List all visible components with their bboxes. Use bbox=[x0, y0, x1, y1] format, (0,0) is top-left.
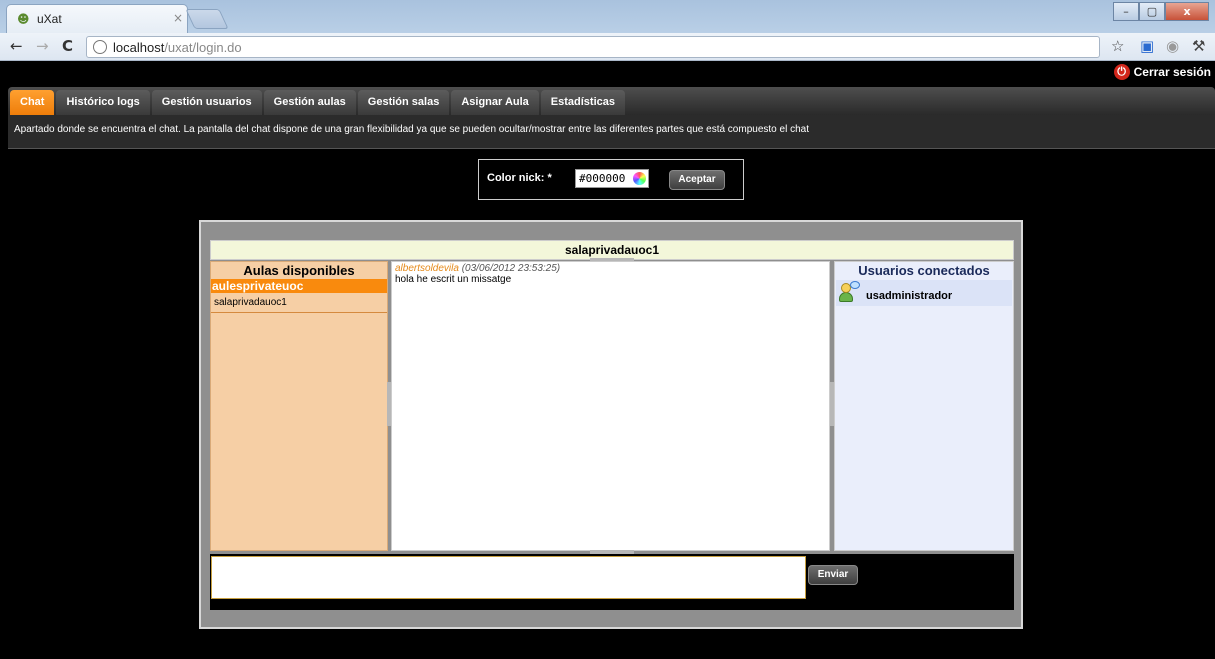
message-date: (03/06/2012 23:53:25) bbox=[461, 263, 561, 274]
main-menu: Chat Histórico logs Gestión usuarios Ges… bbox=[8, 87, 1215, 115]
color-nick-input[interactable]: #000000 bbox=[575, 169, 649, 188]
room-group[interactable]: aulesprivateuoc bbox=[211, 279, 387, 293]
tab-estadisticas[interactable]: Estadísticas bbox=[540, 90, 625, 115]
power-icon: ⏻ bbox=[1113, 64, 1130, 80]
maximize-button[interactable]: ▢ bbox=[1139, 2, 1165, 21]
address-bar[interactable]: localhost/uxat/login.do bbox=[86, 36, 1100, 58]
browser-titlebar: ☻ uXat × – ▢ x bbox=[0, 0, 1215, 33]
messages-panel: albertsoldevila (03/06/2012 23:53:25) ho… bbox=[391, 261, 830, 551]
chat-container: salaprivadauoc1 Aulas disponibles aulesp… bbox=[199, 220, 1023, 629]
tab-gestion-salas[interactable]: Gestión salas bbox=[357, 90, 450, 115]
message-author: albertsoldevila bbox=[395, 263, 459, 274]
tab-gestion-aulas[interactable]: Gestión aulas bbox=[263, 90, 356, 115]
close-window-button[interactable]: x bbox=[1165, 2, 1209, 21]
forward-arrow-icon[interactable]: → bbox=[36, 37, 49, 55]
room-item[interactable]: salaprivadauoc1 bbox=[211, 293, 387, 313]
room-title: salaprivadauoc1 bbox=[210, 240, 1014, 260]
user-name: usadministrador bbox=[866, 290, 953, 302]
send-button[interactable]: Enviar bbox=[808, 565, 858, 585]
users-panel-title: Usuarios conectados bbox=[858, 263, 990, 278]
color-nick-form: Color nick: * #000000 Aceptar bbox=[478, 159, 744, 200]
extension-icon[interactable]: ▣ bbox=[1140, 37, 1154, 55]
bookmark-star-icon[interactable]: ☆ bbox=[1111, 37, 1124, 55]
logout-label: Cerrar sesión bbox=[1133, 65, 1211, 79]
tab-close-icon[interactable]: × bbox=[173, 11, 183, 25]
message-input[interactable] bbox=[211, 556, 806, 599]
tab-asignar-aula[interactable]: Asignar Aula bbox=[451, 90, 539, 115]
accept-button[interactable]: Aceptar bbox=[669, 170, 725, 190]
reload-icon[interactable]: C bbox=[62, 37, 73, 55]
window-controls: – ▢ x bbox=[1113, 2, 1209, 21]
tab-title: uXat bbox=[37, 12, 62, 26]
back-arrow-icon[interactable]: ← bbox=[10, 37, 23, 55]
section-description: Apartado donde se encuentra el chat. La … bbox=[8, 115, 1215, 149]
color-nick-value: #000000 bbox=[579, 172, 626, 185]
rooms-panel: Aulas disponibles aulesprivateuoc salapr… bbox=[210, 261, 388, 551]
users-favicon-icon: ☻ bbox=[17, 12, 30, 26]
browser-toolbar: ← → C localhost/uxat/login.do ☆ ▣ ◉ ⚒ bbox=[0, 33, 1215, 61]
logout-link[interactable]: ⏻ Cerrar sesión bbox=[1113, 64, 1211, 80]
message-input-bar: Enviar bbox=[210, 554, 1014, 610]
color-picker-icon[interactable] bbox=[633, 172, 646, 185]
tab-chat[interactable]: Chat bbox=[10, 90, 55, 115]
app-page: ⏻ Cerrar sesión Chat Histórico logs Gest… bbox=[0, 62, 1215, 659]
wrench-icon[interactable]: ⚒ bbox=[1192, 37, 1205, 55]
tab-historico-logs[interactable]: Histórico logs bbox=[56, 90, 150, 115]
user-chat-icon bbox=[839, 281, 860, 304]
minimize-button[interactable]: – bbox=[1113, 2, 1139, 21]
page-icon bbox=[93, 40, 107, 54]
globe-icon[interactable]: ◉ bbox=[1166, 37, 1179, 55]
rooms-panel-title: Aulas disponibles bbox=[243, 263, 355, 278]
url-text: localhost/uxat/login.do bbox=[113, 40, 242, 55]
message-text: hola he escrit un missatge bbox=[395, 274, 512, 285]
users-panel: Usuarios conectados usadministrador bbox=[834, 261, 1014, 551]
user-item[interactable]: usadministrador bbox=[836, 280, 1012, 306]
new-tab-button[interactable] bbox=[185, 9, 229, 29]
tab-gestion-usuarios[interactable]: Gestión usuarios bbox=[151, 90, 262, 115]
color-nick-label: Color nick: * bbox=[487, 172, 552, 184]
browser-tab[interactable]: ☻ uXat × bbox=[6, 4, 188, 33]
message-item: albertsoldevila (03/06/2012 23:53:25) ho… bbox=[395, 263, 826, 285]
